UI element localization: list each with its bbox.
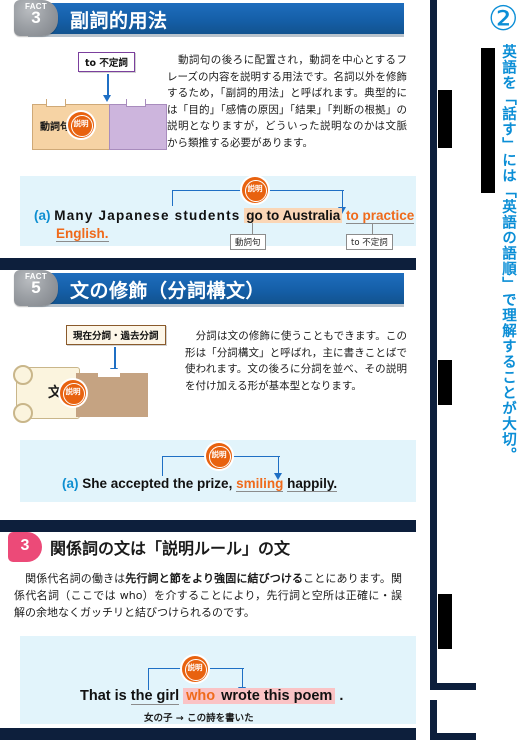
example-sentence-line-1: (a) Many Japanese students go to Austral… bbox=[34, 208, 415, 224]
fact-5-example-badge-icon: 説明 bbox=[206, 443, 234, 469]
section-3-title: 関係詞の文は「説明ルール」の文 bbox=[50, 539, 291, 558]
section-3-bracket-right bbox=[242, 668, 243, 688]
rail-block-1 bbox=[438, 90, 452, 148]
fact-5-example-part-2: smiling bbox=[236, 476, 284, 492]
example-bracket-left bbox=[172, 190, 173, 206]
example-part-4: English. bbox=[56, 226, 109, 242]
section-3-body-text: 関係代名詞の働きは先行詞と節をより強固に結びつけることにあります。関係代名詞（こ… bbox=[14, 570, 402, 621]
fact-5-badge: FACT 5 bbox=[14, 270, 58, 306]
example-part-1: Many Japanese students bbox=[54, 208, 241, 223]
fact-5-explanation-badge-icon: 説明 bbox=[60, 380, 88, 406]
diagram-arrow-head-icon bbox=[103, 95, 111, 102]
fact-5-diagram: 現在分詞・過去分詞 文 説明 bbox=[13, 325, 184, 425]
section-separator-2 bbox=[0, 520, 416, 532]
section-separator-1 bbox=[0, 258, 416, 270]
fact-3-title: 副詞的用法 bbox=[70, 10, 168, 32]
fact-5-example-marker: (a) bbox=[62, 476, 79, 491]
content-column: FACT 3 副詞的用法 動詞句の後ろに配置され，動詞を中心とするフレーズの内容… bbox=[0, 0, 416, 740]
rail-frame-upper bbox=[430, 0, 476, 690]
example-tag-left: 動詞句 bbox=[230, 234, 266, 250]
fact-5-bracket-right bbox=[278, 456, 279, 474]
rail-circled-number: ② bbox=[488, 0, 519, 39]
to-infinitive-block bbox=[109, 104, 167, 150]
section-3-body-bold: 先行詞と節をより強固に結びつける bbox=[125, 572, 304, 585]
section-3-header: 3 関係詞の文は「説明ルール」の文 bbox=[0, 532, 416, 566]
example-explanation-badge-icon: 説明 bbox=[242, 177, 270, 203]
fact-5-bar-shadow bbox=[28, 304, 404, 307]
fact-3-number: 3 bbox=[31, 8, 41, 27]
rail-frame-upper-cap bbox=[430, 683, 476, 690]
puzzle-notch-b bbox=[126, 99, 146, 107]
fact-5-example-badge-label: 説明 bbox=[211, 450, 227, 459]
fact-3-diagram: 動詞句 to 不定詞 説明 bbox=[14, 52, 167, 152]
fact-5-bracket-left bbox=[162, 456, 163, 476]
participle-notch bbox=[98, 369, 120, 377]
fact-5-title: 文の修飾（分詞構文） bbox=[70, 280, 266, 302]
fact-3-body-text: 動詞句の後ろに配置され，動詞を中心とするフレーズの内容を説明する用法です。名詞以… bbox=[167, 54, 407, 149]
fact-5-number: 5 bbox=[31, 278, 41, 297]
fact-3-example: 説明 (a) Many Japanese students go to Aust… bbox=[20, 176, 416, 250]
fact-5-arrow-shaft bbox=[114, 347, 116, 369]
rail-block-4 bbox=[438, 594, 452, 649]
fact-5-example: 説明 (a) She accepted the prize, smiling h… bbox=[20, 440, 416, 502]
section-3-bracket-left bbox=[148, 668, 149, 690]
puzzle-notch-a-edge bbox=[46, 99, 66, 107]
fact-5-example-part-1: She accepted the prize, bbox=[82, 476, 233, 491]
section-fact-3: FACT 3 副詞的用法 動詞句の後ろに配置され，動詞を中心とするフレーズの内容… bbox=[0, 0, 416, 258]
rail-frame-lower bbox=[430, 700, 476, 740]
example-part-3: to practice bbox=[346, 208, 415, 224]
example-sentence-line-2: English. bbox=[56, 226, 109, 242]
rail-block-2 bbox=[481, 48, 495, 193]
section-relative-clause: 3 関係詞の文は「説明ルール」の文 関係代名詞の働きは先行詞と節をより強固に結び… bbox=[0, 532, 416, 728]
explanation-badge-icon: 説明 bbox=[68, 112, 96, 138]
section-3-number: 3 bbox=[20, 537, 30, 554]
example-part-2: go to Australia bbox=[244, 208, 343, 223]
example-marker: (a) bbox=[34, 208, 51, 223]
verb-phrase-label: 動詞句 bbox=[40, 122, 70, 133]
example-bracket-right bbox=[342, 190, 343, 208]
section-3-example: 説明 That is the girl who wrote this poem .… bbox=[20, 636, 416, 724]
section-separator-3 bbox=[0, 728, 416, 740]
scroll-curl-top-icon bbox=[13, 365, 33, 385]
section-3-badge-icon: 説明 bbox=[182, 656, 210, 682]
fact-3-badge: FACT 3 bbox=[14, 0, 58, 36]
fact-5-body-text: 分詞は文の修飾に使うこともできます。この形は「分詞構文」と呼ばれ，主に書きことば… bbox=[185, 330, 407, 392]
example-tag-right: to 不定詞 bbox=[346, 234, 393, 250]
right-rail: ② 英語を「話す」には「英語の語順」で理解することが大切。 bbox=[416, 0, 527, 740]
scroll-curl-bottom-icon bbox=[13, 403, 33, 423]
fact-5-example-part-3: happily. bbox=[287, 476, 338, 492]
fact-3-bar-shadow bbox=[28, 34, 404, 37]
section-3-part-3: who bbox=[183, 688, 219, 704]
fact-5-header: FACT 5 文の修飾（分詞構文） bbox=[8, 270, 408, 308]
diagram-arrow-shaft bbox=[107, 74, 109, 96]
section-3-explanation-badge-label: 説明 bbox=[187, 663, 203, 672]
section-3-part-2: the girl bbox=[130, 688, 180, 705]
to-infinitive-tag: to 不定詞 bbox=[78, 52, 135, 72]
fact-5-explanation-badge-label: 説明 bbox=[65, 387, 81, 396]
example-explanation-badge-label: 説明 bbox=[247, 184, 263, 193]
section-3-part-5: . bbox=[339, 688, 344, 704]
fact-5-example-sentence: (a) She accepted the prize, smiling happ… bbox=[62, 476, 338, 492]
rail-vertical-text: 英語を「話す」には「英語の語順」で理解することが大切。 bbox=[500, 44, 516, 463]
explanation-badge-label: 説明 bbox=[73, 119, 89, 128]
section-fact-5: FACT 5 文の修飾（分詞構文） 分詞は文の修飾に使うこともできます。この形は… bbox=[0, 270, 416, 520]
section-3-part-4: wrote this poem bbox=[218, 688, 336, 704]
section-3-body-pre: 関係代名詞の働きは bbox=[14, 572, 126, 585]
section-3-part-1: That is bbox=[80, 688, 127, 704]
page-root: FACT 3 副詞的用法 動詞句の後ろに配置され，動詞を中心とするフレーズの内容… bbox=[0, 0, 527, 740]
section-3-translation-note: 女の子 → この詩を書いた bbox=[144, 713, 254, 724]
fact-3-header: FACT 3 副詞的用法 bbox=[8, 0, 408, 38]
rail-frame-lower-cap bbox=[430, 733, 476, 740]
rail-block-3 bbox=[438, 360, 452, 405]
section-3-badge: 3 bbox=[8, 532, 42, 562]
participle-tag: 現在分詞・過去分詞 bbox=[66, 325, 166, 345]
section-3-example-sentence: That is the girl who wrote this poem . bbox=[80, 688, 344, 705]
